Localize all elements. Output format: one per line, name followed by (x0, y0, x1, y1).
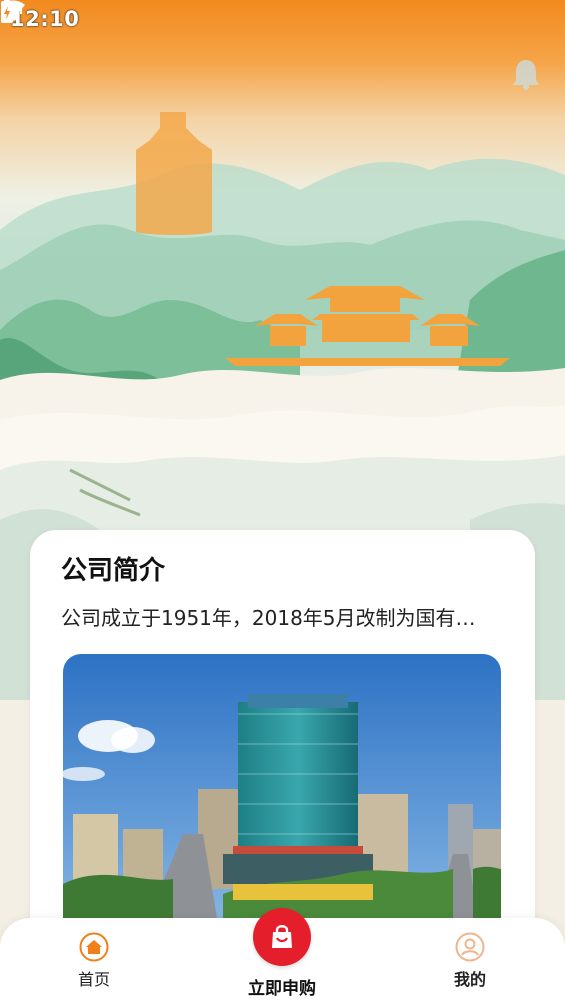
shopping-bag-icon (253, 908, 311, 966)
tab-subscribe-label: 立即申购 (248, 979, 316, 999)
bottom-tab-bar: 首页 立即申购 我的 (0, 908, 565, 1005)
bell-icon[interactable] (512, 58, 540, 90)
card-description: 公司成立于1951年，2018年5月改制为国有… (61, 606, 476, 630)
tab-home-label: 首页 (77, 970, 110, 989)
tab-subscribe[interactable]: 立即申购 (222, 908, 342, 1005)
home-icon (79, 932, 109, 962)
tab-mine-label: 我的 (453, 970, 486, 989)
card-title: 公司简介 (61, 556, 166, 586)
tab-home[interactable]: 首页 (34, 918, 154, 1005)
status-bar: 12:10 (0, 0, 565, 38)
tab-mine[interactable]: 我的 (410, 918, 530, 1005)
user-icon (455, 932, 485, 962)
